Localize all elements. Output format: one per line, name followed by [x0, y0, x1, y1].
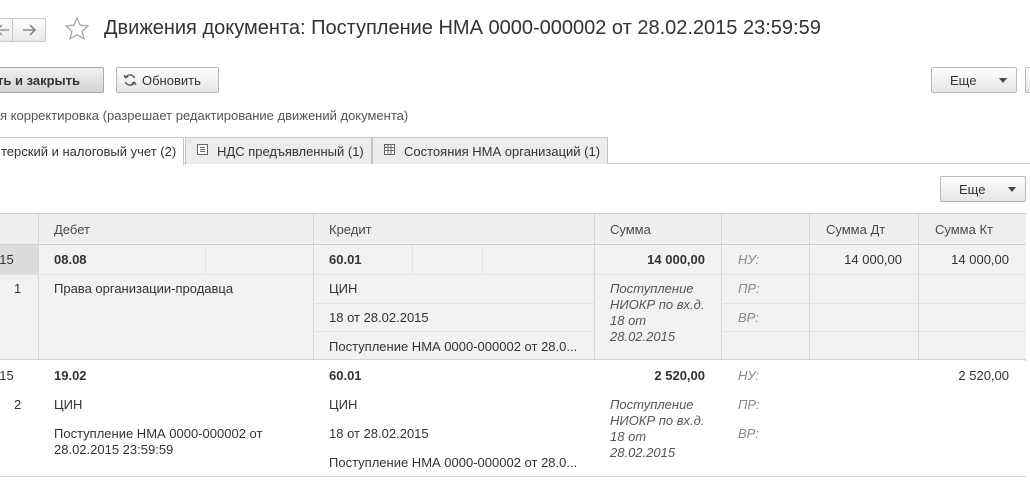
debit-subconto-2: Поступление НМА 0000-000002 от 28.02.201… — [54, 426, 263, 457]
tab-vat-label: НДС предъявленный (1) — [217, 143, 364, 159]
entry-content: Поступление НИОКР по вх.д. 18 от 28.02.2… — [610, 281, 705, 344]
register-icon — [196, 143, 209, 159]
amount: 2 520,00 — [654, 368, 705, 383]
row-date: 015 — [0, 368, 14, 383]
nu-label: НУ: — [738, 252, 760, 267]
save-and-close-button[interactable]: ть и закрыть — [0, 67, 104, 93]
row-date: 015 — [0, 252, 14, 267]
column-header-debit[interactable]: Дебет — [54, 214, 90, 245]
entries-table: Дебет Кредит Сумма Сумма Дт Сумма Кт 015… — [0, 213, 1026, 477]
table-more-label: Еще — [959, 181, 986, 197]
row-number: 2 — [14, 397, 22, 412]
entry-content: Поступление НИОКР по вх.д. 18 от 28.02.2… — [610, 397, 705, 460]
debit-subconto-1: ЦИН — [54, 397, 83, 412]
favorite-star-icon[interactable] — [64, 16, 90, 42]
vr-label: ВР: — [738, 426, 759, 441]
row-number: 1 — [14, 281, 22, 296]
refresh-icon — [123, 74, 137, 86]
sum-kt: 2 520,00 — [958, 368, 1009, 383]
chevron-down-icon — [1008, 187, 1016, 192]
tab-nma-states-label: Состояния НМА организаций (1) — [404, 143, 601, 159]
table-row[interactable]: 015 1 08.08 Права организации-продавца 6… — [0, 245, 1026, 360]
table-header: Дебет Кредит Сумма Сумма Дт Сумма Кт — [0, 213, 1026, 245]
credit-subconto-2: 18 от 28.02.2015 — [329, 310, 429, 325]
table-icon — [383, 143, 396, 159]
credit-subconto-1: ЦИН — [329, 281, 358, 296]
refresh-button[interactable]: Обновить — [116, 67, 219, 93]
save-and-close-label: ть и закрыть — [0, 72, 81, 88]
debit-subconto-1: Права организации-продавца — [54, 281, 234, 296]
tab-nma-states[interactable]: Состояния НМА организаций (1) — [372, 137, 608, 164]
credit-account: 60.01 — [329, 368, 362, 383]
page-title: Движения документа: Поступление НМА 0000… — [104, 17, 821, 39]
column-header-sum-dt[interactable]: Сумма Дт — [826, 214, 885, 245]
amount: 14 000,00 — [647, 252, 705, 267]
sum-dt: 14 000,00 — [844, 252, 902, 267]
more-label: Еще — [950, 72, 977, 88]
table-more-button[interactable]: Еще — [940, 176, 1026, 202]
tab-vat[interactable]: НДС предъявленный (1) — [185, 137, 372, 164]
nu-label: НУ: — [738, 368, 760, 383]
column-header-sum-kt[interactable]: Сумма Кт — [935, 214, 993, 245]
credit-subconto-3: Поступление НМА 0000-000002 от 28.0... — [329, 455, 578, 470]
pr-label: ПР: — [738, 281, 760, 296]
table-row[interactable]: 015 2 19.02 ЦИН Поступление НМА 0000-000… — [0, 361, 1026, 477]
refresh-label: Обновить — [142, 72, 201, 88]
chevron-down-icon — [999, 78, 1007, 83]
debit-account: 19.02 — [54, 368, 87, 383]
sum-kt: 14 000,00 — [951, 252, 1009, 267]
credit-subconto-2: 18 от 28.02.2015 — [329, 426, 429, 441]
more-button[interactable]: Еще — [931, 67, 1017, 93]
arrow-right-icon — [23, 24, 36, 36]
tab-accounting[interactable]: терский и налоговый учет (2) — [0, 137, 184, 165]
credit-account: 60.01 — [329, 252, 362, 267]
column-header-sum[interactable]: Сумма — [610, 214, 651, 245]
arrow-left-icon — [0, 24, 9, 36]
credit-subconto-3: Поступление НМА 0000-000002 от 28.0... — [329, 339, 578, 354]
column-header-credit[interactable]: Кредит — [329, 214, 372, 245]
pr-label: ПР: — [738, 397, 760, 412]
vr-label: ВР: — [738, 310, 759, 325]
help-button[interactable] — [1025, 67, 1030, 93]
forward-button[interactable] — [12, 18, 46, 42]
credit-subconto-1: ЦИН — [329, 397, 358, 412]
debit-account: 08.08 — [54, 252, 87, 267]
tab-accounting-label: терский и налоговый учет (2) — [1, 144, 177, 159]
manual-edit-hint: я корректировка (разрешает редактировани… — [0, 108, 409, 123]
